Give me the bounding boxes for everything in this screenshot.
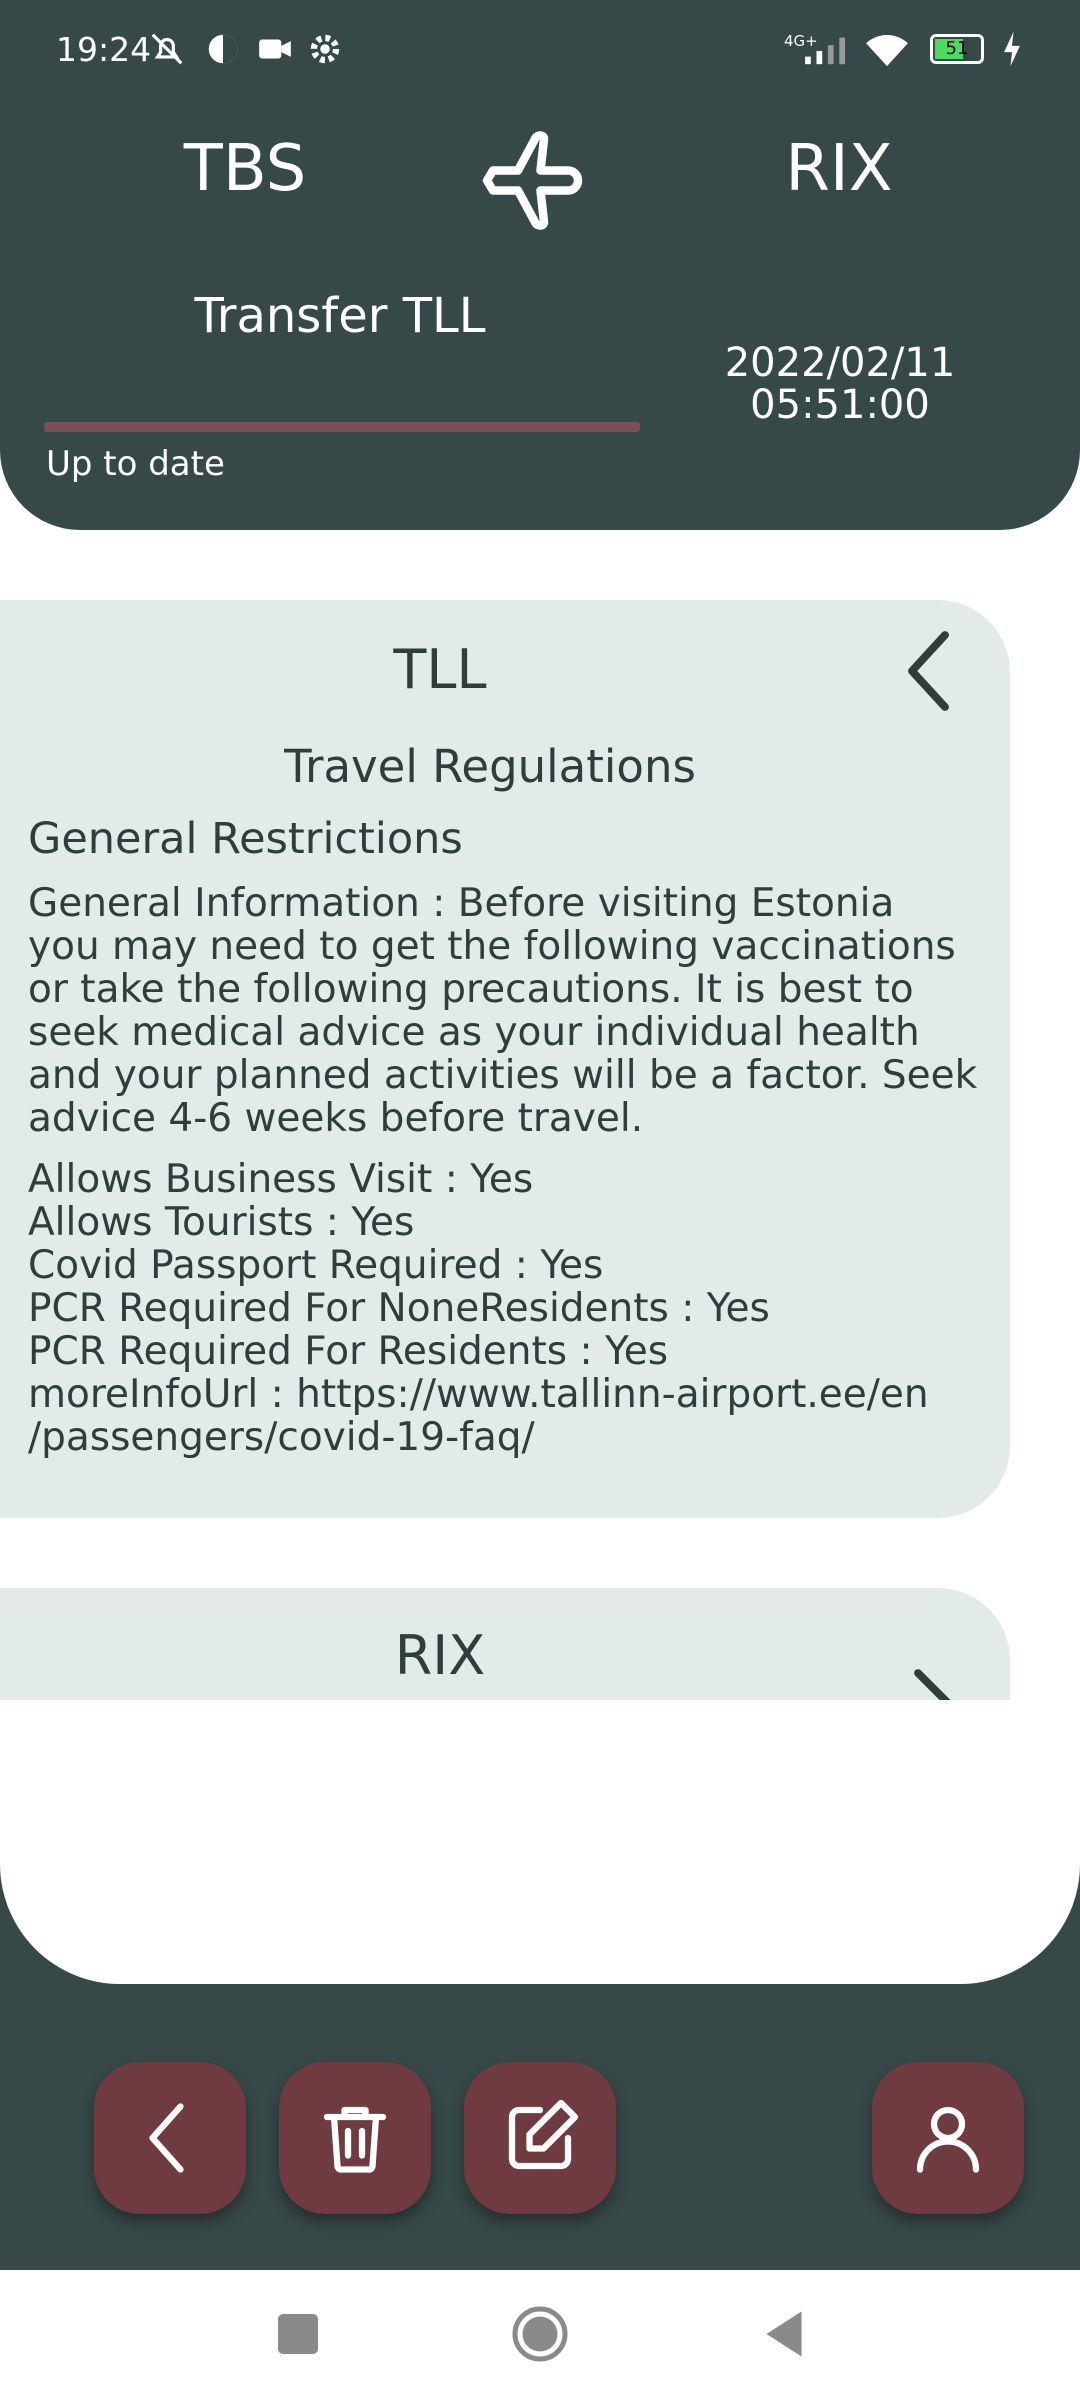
chevron-left-icon[interactable] (900, 626, 960, 716)
recent-apps-icon[interactable] (268, 2304, 328, 2364)
status-time: 19:24 (56, 30, 152, 69)
fact-pcr-nonresidents: PCR Required For NoneResidents : Yes (28, 1286, 770, 1331)
departure-datetime: 2022/02/11 05:51:00 (690, 342, 990, 426)
regulations-heading: Travel Regulations (284, 740, 696, 793)
arrow-left-icon (149, 2103, 184, 2173)
fact-covid-passport: Covid Passport Required : Yes (28, 1243, 604, 1288)
sync-status: Up to date (46, 444, 225, 484)
user-icon (916, 2106, 980, 2173)
delete-button[interactable] (279, 2062, 431, 2214)
airport-card-tll[interactable]: TLL Travel Regulations General Restricti… (0, 600, 1010, 1518)
airplane-icon (482, 131, 583, 230)
edit-icon (508, 2099, 579, 2170)
trash-icon (323, 2106, 387, 2173)
regulation-facts: Allows Business Visit : Yes Allows Touri… (28, 1158, 978, 1459)
home-icon[interactable] (510, 2304, 570, 2364)
wifi-icon (866, 34, 908, 67)
mute-icon (151, 33, 183, 65)
sync-progress-bar (44, 422, 640, 432)
destination-airport: RIX (785, 132, 893, 206)
battery-icon: 51 (930, 34, 984, 64)
nav-back-icon[interactable] (754, 2304, 814, 2364)
transfer-label: Transfer TLL (194, 288, 486, 344)
back-button[interactable] (94, 2062, 246, 2214)
departure-time: 05:51:00 (750, 382, 930, 428)
card-title: TLL (393, 638, 487, 701)
departure-date: 2022/02/11 (724, 340, 956, 386)
trip-header: 19:24 4G+ 51 TBS RIX Transfer TLL 2022/0… (0, 0, 1080, 530)
card-title: RIX (394, 1624, 486, 1687)
edit-button[interactable] (464, 2062, 616, 2214)
more-info-url-cont[interactable]: /passengers/covid-19-faq/ (28, 1416, 978, 1459)
video-icon (259, 39, 291, 59)
general-information: General Information : Before visiting Es… (28, 881, 978, 1141)
restrictions-subheading: General Restrictions (28, 814, 463, 864)
profile-button[interactable] (872, 2062, 1024, 2214)
content-bottom-curve (0, 1700, 1080, 1984)
battery-level: 51 (945, 38, 969, 59)
fact-business-visit: Allows Business Visit : Yes (28, 1157, 534, 1202)
status-bar: 19:24 4G+ 51 (0, 0, 1080, 100)
system-navigation-bar (0, 2270, 1080, 2400)
fact-pcr-residents: PCR Required For Residents : Yes (28, 1329, 669, 1374)
fact-tourists: Allows Tourists : Yes (28, 1200, 415, 1245)
more-info-url[interactable]: moreInfoUrl : https://www.tallinn-airpor… (28, 1373, 978, 1416)
settings-icon (310, 34, 340, 64)
data-saver-icon (208, 34, 238, 64)
origin-airport: TBS (183, 132, 307, 206)
signal-icon (805, 37, 845, 65)
charging-icon (1004, 31, 1020, 67)
